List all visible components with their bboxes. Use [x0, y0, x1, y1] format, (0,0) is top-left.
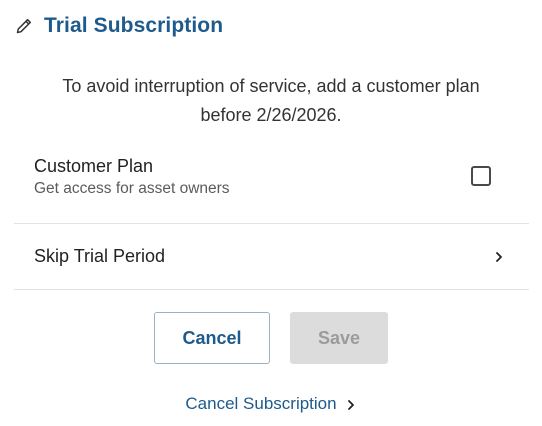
skip-trial-period-row[interactable]: Skip Trial Period: [14, 225, 529, 289]
trial-notice-line-2: before 2/26/2026.: [200, 105, 342, 125]
chevron-right-icon: [345, 397, 357, 411]
chevron-right-icon: [492, 249, 506, 265]
save-button[interactable]: Save: [290, 312, 388, 364]
customer-plan-subtitle: Get access for asset owners: [34, 180, 230, 197]
pencil-icon: [14, 16, 34, 36]
cancel-subscription-label: Cancel Subscription: [185, 394, 337, 413]
divider: [14, 223, 529, 224]
cancel-subscription-link[interactable]: Cancel Subscription: [185, 394, 356, 414]
divider: [14, 289, 529, 290]
trial-notice-line-1: To avoid interruption of service, add a …: [62, 76, 480, 96]
customer-plan-checkbox[interactable]: [471, 166, 491, 186]
skip-trial-period-label: Skip Trial Period: [34, 246, 166, 266]
dialog-title: Trial Subscription: [44, 14, 224, 37]
trial-notice: To avoid interruption of service, add a …: [14, 72, 528, 130]
cancel-subscription-container: Cancel Subscription: [0, 394, 542, 414]
dialog-header: Trial Subscription: [14, 10, 223, 42]
customer-plan-option: Customer Plan Get access for asset owner…: [34, 156, 502, 208]
customer-plan-title: Customer Plan: [34, 156, 154, 176]
cancel-button[interactable]: Cancel: [154, 312, 270, 364]
